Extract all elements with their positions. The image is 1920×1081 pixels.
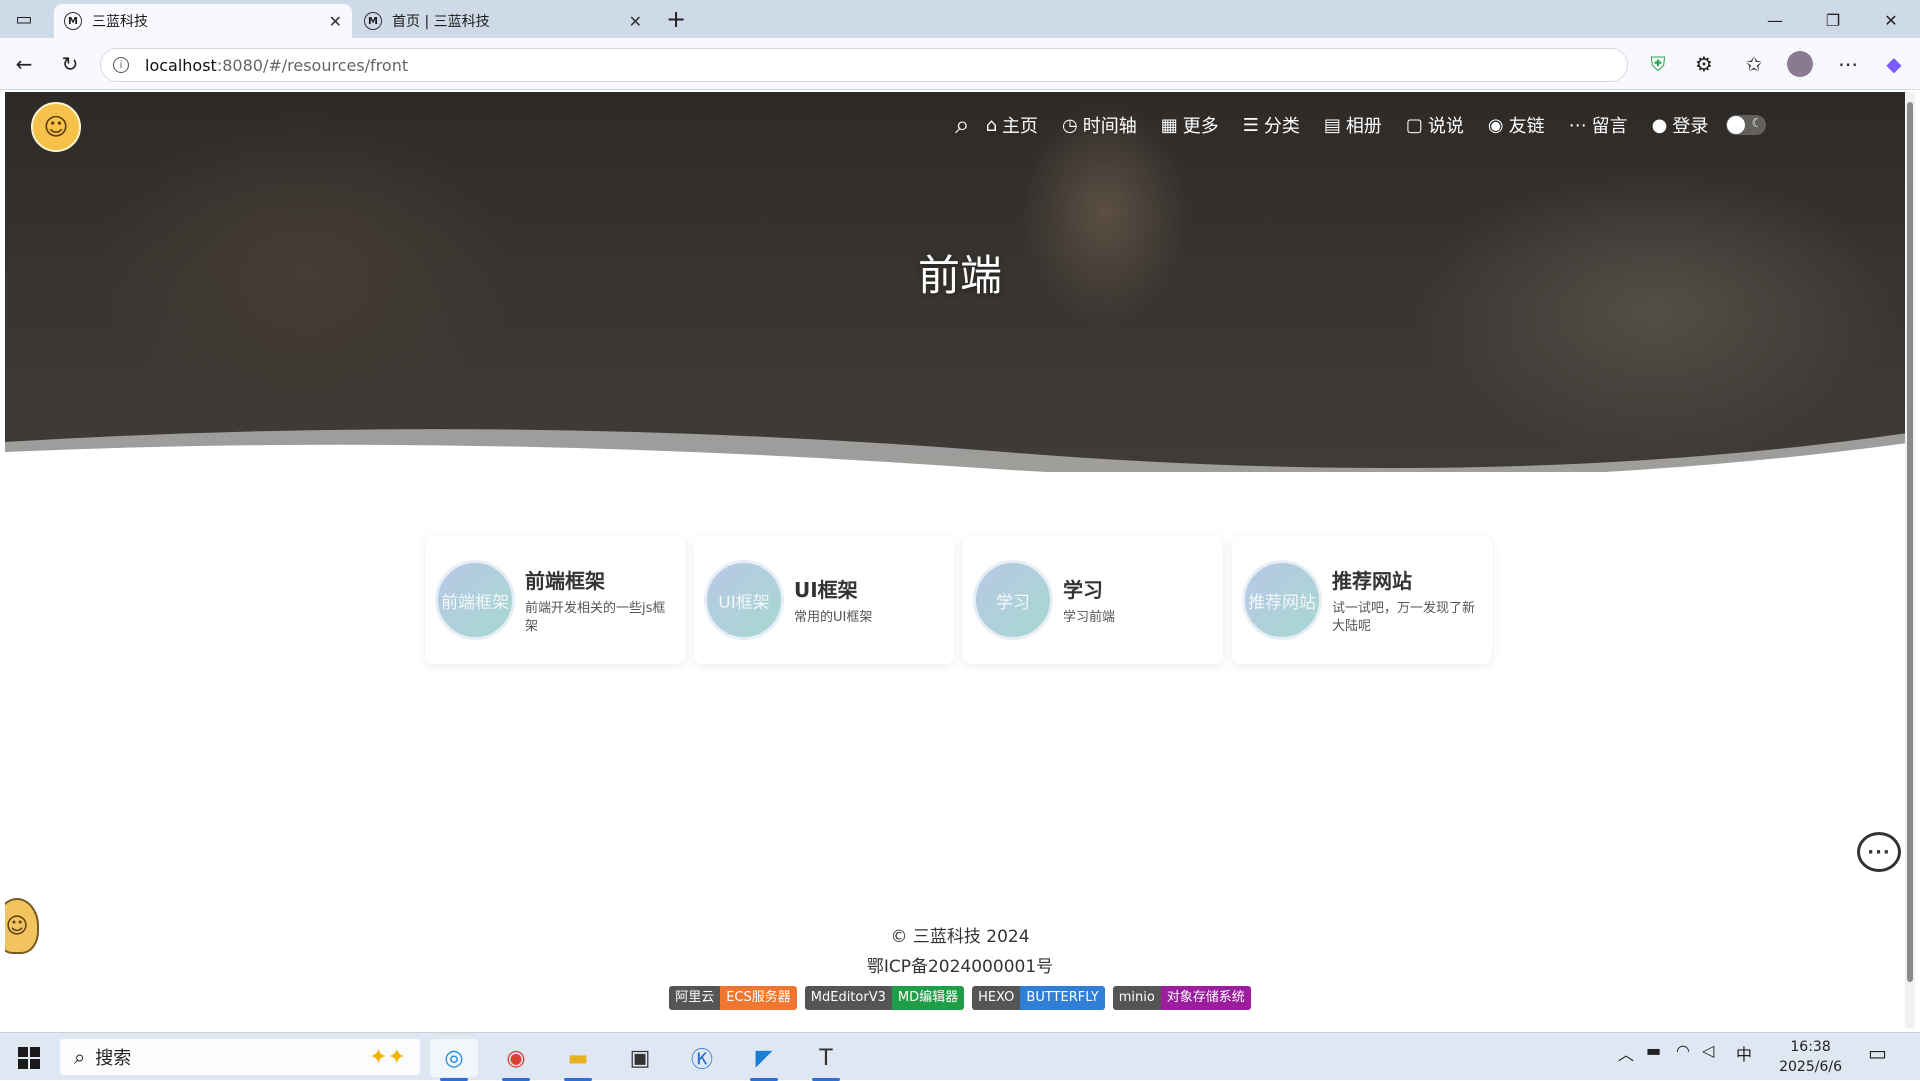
edge-browser-icon[interactable]: ◎ [430,1039,478,1081]
site-footer: © 三蓝科技 2024 鄂ICP备2024000001号 阿里云 ECS服务器 M… [5,922,1915,1010]
reload-icon[interactable]: ↻ [56,50,84,78]
file-explorer-icon[interactable]: ▬ [554,1039,602,1081]
category-card[interactable]: 推荐网站 推荐网站 试一试吧，万一发现了新大陆呢 [1232,536,1492,664]
card-avatar: 推荐网站 [1242,560,1322,640]
system-clock[interactable]: 16:38 2025/6/6 [1779,1037,1842,1077]
document-icon: ▤ [1323,114,1341,136]
category-card[interactable]: UI框架 UI框架 常用的UI框架 [694,536,954,664]
card-avatar: 学习 [973,560,1053,640]
nav-item-talk[interactable]: ▢ 说说 [1406,112,1464,138]
badge-row: 阿里云 ECS服务器 MdEditorV3 MD编辑器 HEXO BUTTERFLY … [5,986,1915,1010]
page-scrollbar[interactable] [1905,92,1915,1028]
start-button[interactable] [18,1047,40,1069]
grid-icon: ▦ [1160,114,1178,136]
chat-bubble-icon[interactable]: ··· [1857,832,1901,872]
browser-tab-bar: ▭ M 三蓝科技 ✕ M 首页 | 三蓝科技 ✕ + — ❐ ✕ [0,0,1920,38]
site-logo[interactable]: ☺ [31,102,81,152]
copilot-icon[interactable]: ◆ [1880,50,1908,78]
nav-item-message[interactable]: ⋯ 留言 [1569,112,1628,138]
nav-item-timeline[interactable]: ◷ 时间轴 [1062,112,1137,138]
card-title: 推荐网站 [1332,568,1412,593]
nav-item-login[interactable]: ● 登录 [1652,112,1709,138]
tray-overflow-icon[interactable]: ︿ [1618,1041,1634,1065]
taskbar: ⌕ 搜索 ✦✦ ◎ ◉ ▬ ▣ Ⓚ ◤ T ︿ ▬ ◠ ◁ 中 16:38 20… [0,1032,1920,1081]
theme-toggle[interactable]: ☾ [1726,115,1767,135]
tab-current[interactable]: M 三蓝科技 ✕ [54,4,352,38]
category-card[interactable]: 前端框架 前端框架 前端开发相关的一些js框架 [425,536,685,664]
badge-aliyun[interactable]: 阿里云 ECS服务器 [669,986,797,1010]
more-menu-icon[interactable]: ⋯ [1834,50,1862,78]
shield-extension-icon[interactable]: ⛨ [1644,50,1672,78]
card-desc: 试一试吧，万一发现了新大陆呢 [1332,600,1476,634]
volume-icon[interactable]: ◁ [1702,1041,1714,1060]
typora-icon[interactable]: T [802,1039,850,1081]
chrome-icon[interactable]: ◉ [492,1039,540,1081]
copyright-text: © 三蓝科技 2024 [890,927,1030,947]
search-icon[interactable]: ⌕ [955,110,970,141]
profile-avatar-icon[interactable] [1786,50,1814,78]
terminal-icon[interactable]: ▣ [616,1039,664,1077]
notification-icon[interactable]: ▭ [1868,1041,1887,1065]
message-icon: ⋯ [1568,114,1587,136]
list-icon: ☰ [1242,114,1259,136]
page-title: 前端 [917,251,1002,300]
card-desc: 学习前端 [1063,609,1116,625]
k-app-icon[interactable]: Ⓚ [678,1039,726,1077]
tab-title: 首页 | 三蓝科技 [392,14,490,30]
icp-link[interactable]: 鄂ICP备2024000001号 [5,952,1915,982]
ime-indicator[interactable]: 中 [1736,1041,1752,1065]
back-icon[interactable]: ← [10,50,38,78]
sparkle-icon: ✦✦ [369,1044,406,1070]
restore-icon[interactable]: ❐ [1810,6,1856,34]
badge-hexo[interactable]: HEXO BUTTERFLY [972,986,1105,1010]
user-icon: ● [1651,114,1668,136]
nav-item-category[interactable]: ☰ 分类 [1243,112,1300,138]
close-tab-icon[interactable]: ✕ [629,12,642,31]
mascot-icon[interactable]: ☺ [5,898,39,954]
tab-home[interactable]: M 首页 | 三蓝科技 ✕ [354,4,652,38]
card-avatar: UI框架 [704,560,784,640]
address-path: :8080/#/resources/front [216,55,409,75]
hero-wave-divider [5,429,1915,492]
main-nav: ⌕ ⌂ 主页 ◷ 时间轴 ▦ 更多 ☰ 分类 ▤ 相册 ▢ 说说 ◉ 友链 ⋯ 留言 ● 登录 ☾ [955,110,1767,141]
nav-item-album[interactable]: ▤ 相册 [1324,112,1382,138]
site-favicon-icon: M [64,12,82,30]
link-icon: ◉ [1487,114,1504,136]
battery-icon[interactable]: ▬ [1646,1041,1661,1060]
close-tab-icon[interactable]: ✕ [329,12,342,31]
timeline-icon: ◷ [1062,114,1078,136]
new-tab-icon[interactable]: + [662,5,690,33]
card-avatar: 前端框架 [435,560,515,640]
tab-title: 三蓝科技 [92,14,148,30]
badge-mdeditor[interactable]: MdEditorV3 MD编辑器 [804,986,965,1010]
category-card[interactable]: 学习 学习 学习前端 [963,536,1223,664]
extensions-icon[interactable]: ⚙ [1690,50,1718,78]
wifi-icon[interactable]: ◠ [1676,1041,1690,1060]
search-icon: ⌕ [74,1045,86,1069]
vscode-icon[interactable]: ◤ [740,1039,788,1081]
close-window-icon[interactable]: ✕ [1868,6,1914,34]
nav-item-more[interactable]: ▦ 更多 [1161,112,1219,138]
card-desc: 前端开发相关的一些js框架 [525,600,666,634]
address-host: localhost [145,55,217,75]
site-info-icon[interactable]: i [113,57,129,73]
badge-minio[interactable]: minio 对象存储系统 [1112,986,1251,1010]
address-bar[interactable]: i localhost:8080/#/resources/front [100,48,1628,82]
nav-item-home[interactable]: ⌂ 主页 [986,112,1038,138]
favorites-icon[interactable]: ✩ [1740,50,1768,78]
moon-icon: ☾ [1751,116,1763,130]
minimize-icon[interactable]: — [1752,6,1798,34]
nav-item-links[interactable]: ◉ 友链 [1488,112,1545,138]
card-title: UI框架 [794,577,858,602]
site-favicon-icon: M [364,12,382,30]
home-icon: ⌂ [985,114,997,136]
card-title: 前端框架 [525,568,605,593]
card-title: 学习 [1063,577,1103,602]
category-cards: 前端框架 前端框架 前端开发相关的一些js框架 UI框架 UI框架 常用的UI框架 … [425,536,1501,664]
card-desc: 常用的UI框架 [794,609,873,625]
web-page: 前端 ☺ ⌕ ⌂ 主页 ◷ 时间轴 ▦ 更多 ☰ 分类 ▤ 相册 ▢ 说说 ◉ 友链 ⋯ 留言 … [5,92,1915,1028]
sidebar-toggle-icon[interactable]: ▭ [10,5,38,33]
comment-icon: ▢ [1405,114,1423,136]
taskbar-search[interactable]: ⌕ 搜索 ✦✦ [60,1039,420,1075]
